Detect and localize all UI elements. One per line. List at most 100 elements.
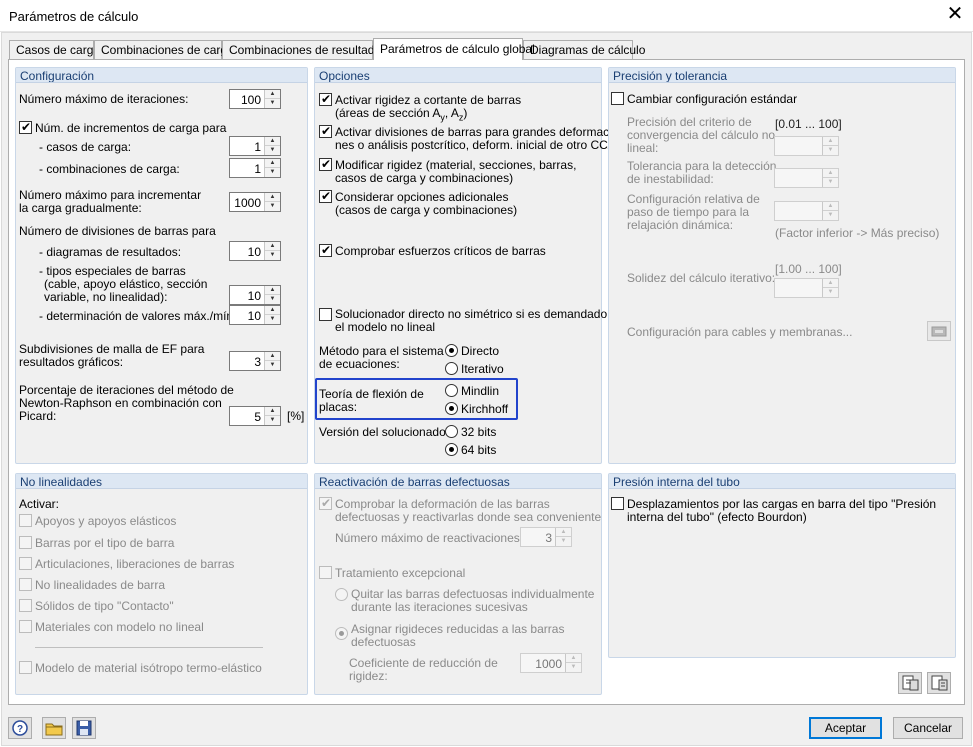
check-icon: ✔ [321, 496, 332, 510]
version-label: Versión del solucionador: [319, 425, 454, 439]
spin-up-icon[interactable]: ▲ [265, 137, 280, 146]
version-32-radio[interactable] [445, 425, 458, 438]
conv-label-3: lineal: [627, 141, 659, 155]
export-icon [931, 675, 948, 691]
plate-mindlin-radio[interactable] [445, 384, 458, 397]
tab-global-parameters[interactable]: Parámetros de cálculo global [373, 38, 535, 60]
radio-dot [449, 447, 454, 452]
export-button[interactable] [927, 672, 951, 694]
conv-stepper: ▲ ▼ [774, 136, 839, 156]
shear-areas-sep: , A [444, 106, 459, 120]
nonlin-materials-checkbox [19, 620, 32, 633]
version-64-radio[interactable] [445, 443, 458, 456]
remove-radio [335, 588, 348, 601]
pipe-header: Presión interna del tubo [609, 474, 955, 489]
nonlin-materials-label: Materiales con modelo no lineal [35, 620, 204, 634]
mesh-stepper[interactable]: 3 ▲ ▼ [229, 351, 281, 371]
spin-down-icon[interactable]: ▼ [265, 251, 280, 260]
nonlin-member-type-checkbox [19, 536, 32, 549]
percent-unit: [%] [287, 409, 305, 423]
exceptional-checkbox [319, 566, 332, 579]
nonlin-contact-label: Sólidos de tipo "Contacto" [35, 599, 174, 613]
max-iter-value: 100 [240, 93, 261, 107]
spin-up-icon[interactable]: ▲ [265, 159, 280, 168]
spin-down-icon[interactable]: ▼ [265, 315, 280, 324]
coef-label-2: rigidez: [349, 669, 388, 683]
radio-dot [339, 631, 344, 636]
special-stepper[interactable]: 10 ▲ ▼ [229, 285, 281, 305]
ok-button[interactable]: Aceptar [809, 717, 882, 739]
spin-down-icon[interactable]: ▼ [265, 295, 280, 304]
divisions-checkbox[interactable]: ✔ [319, 125, 332, 138]
check-icon: ✔ [21, 120, 32, 134]
load-cases-value: 1 [254, 140, 261, 154]
max-iter-stepper[interactable]: 100 ▲ ▼ [229, 89, 281, 109]
assign-label-2: defectuosas [351, 635, 416, 649]
spin-down-icon[interactable]: ▼ [265, 202, 280, 211]
method-iterative-radio[interactable] [445, 362, 458, 375]
shear-checkbox[interactable]: ✔ [319, 93, 332, 106]
solid-label: Solidez del cálculo iterativo: [627, 271, 776, 285]
change-std-checkbox[interactable] [611, 92, 624, 105]
load-cases-stepper[interactable]: 1 ▲ ▼ [229, 136, 281, 156]
max-iter-label: Número máximo de iteraciones: [19, 92, 189, 106]
spin-down-icon[interactable]: ▼ [265, 99, 280, 108]
cancel-button[interactable]: Cancelar [893, 717, 963, 739]
close-icon[interactable]: ✕ [942, 3, 968, 27]
critical-forces-checkbox[interactable]: ✔ [319, 244, 332, 257]
tab-result-combinations[interactable]: Combinaciones de resultados [222, 40, 387, 59]
shear-areas-end: ) [463, 106, 468, 120]
nonlin-hinges-label: Articulaciones, liberaciones de barras [35, 557, 235, 571]
nonlin-supports-checkbox [19, 514, 32, 527]
nonlin-member-type-label: Barras por el tipo de barra [35, 536, 175, 550]
maxmin-stepper[interactable]: 10 ▲ ▼ [229, 305, 281, 325]
tab-load-combinations[interactable]: Combinaciones de carga [94, 40, 234, 59]
help-button[interactable]: ? [8, 717, 32, 739]
nonlin-header: No linealidades [16, 474, 307, 489]
spin-down-icon[interactable]: ▼ [265, 146, 280, 155]
open-button[interactable] [42, 717, 66, 739]
spin-down-icon[interactable]: ▼ [265, 361, 280, 370]
spin-up-icon[interactable]: ▲ [265, 352, 280, 361]
nonsym-solver-checkbox[interactable] [319, 308, 332, 321]
cables-label: Configuración para cables y membranas... [627, 325, 853, 339]
check-icon: ✔ [321, 157, 332, 171]
method-direct-radio[interactable] [445, 344, 458, 357]
save-button[interactable] [72, 717, 96, 739]
spin-up-icon[interactable]: ▲ [265, 193, 280, 202]
settings-icon [931, 326, 947, 337]
spin-up-icon[interactable]: ▲ [265, 242, 280, 251]
divisions-label: Número de divisiones de barras para [19, 224, 216, 238]
cables-settings-button[interactable] [927, 321, 951, 341]
percent-label-3: Picard: [19, 409, 57, 423]
spin-down-icon[interactable]: ▼ [265, 416, 280, 425]
load-cases-label: - casos de carga: [39, 140, 132, 154]
spin-up-icon[interactable]: ▲ [265, 90, 280, 99]
spin-up-icon[interactable]: ▲ [265, 407, 280, 416]
spin-up-icon: ▲ [823, 137, 838, 146]
bourdon-checkbox[interactable] [611, 497, 624, 510]
load-incr-checkbox[interactable]: ✔ [19, 121, 32, 134]
result-diag-stepper[interactable]: 10 ▲ ▼ [229, 241, 281, 261]
activate-label: Activar: [19, 497, 60, 511]
tab-calc-diagrams[interactable]: Diagramas de cálculo [523, 40, 645, 59]
window-title: Parámetros de cálculo [9, 9, 139, 24]
check-icon: ✔ [321, 124, 332, 138]
load-combos-stepper[interactable]: 1 ▲ ▼ [229, 158, 281, 178]
plate-kirchhoff-radio[interactable] [445, 402, 458, 415]
percent-stepper[interactable]: 5 ▲ ▼ [229, 406, 281, 426]
coef-stepper: 1000 ▲ ▼ [520, 653, 582, 673]
import-button[interactable] [898, 672, 922, 694]
max-grad-stepper[interactable]: 1000 ▲ ▼ [229, 192, 281, 212]
spin-up-icon[interactable]: ▲ [265, 306, 280, 315]
spin-down-icon[interactable]: ▼ [265, 168, 280, 177]
spin-up-icon[interactable]: ▲ [265, 286, 280, 295]
extra-options-checkbox[interactable]: ✔ [319, 190, 332, 203]
help-icon: ? [12, 720, 28, 736]
modify-stiffness-checkbox[interactable]: ✔ [319, 158, 332, 171]
percent-value: 5 [254, 410, 261, 424]
plate-label-2: placas: [319, 400, 358, 414]
modify-label-2: casos de carga y combinaciones) [335, 171, 514, 185]
tab-load-cases[interactable]: Casos de carga [9, 40, 100, 59]
load-combos-label: - combinaciones de carga: [39, 162, 180, 176]
